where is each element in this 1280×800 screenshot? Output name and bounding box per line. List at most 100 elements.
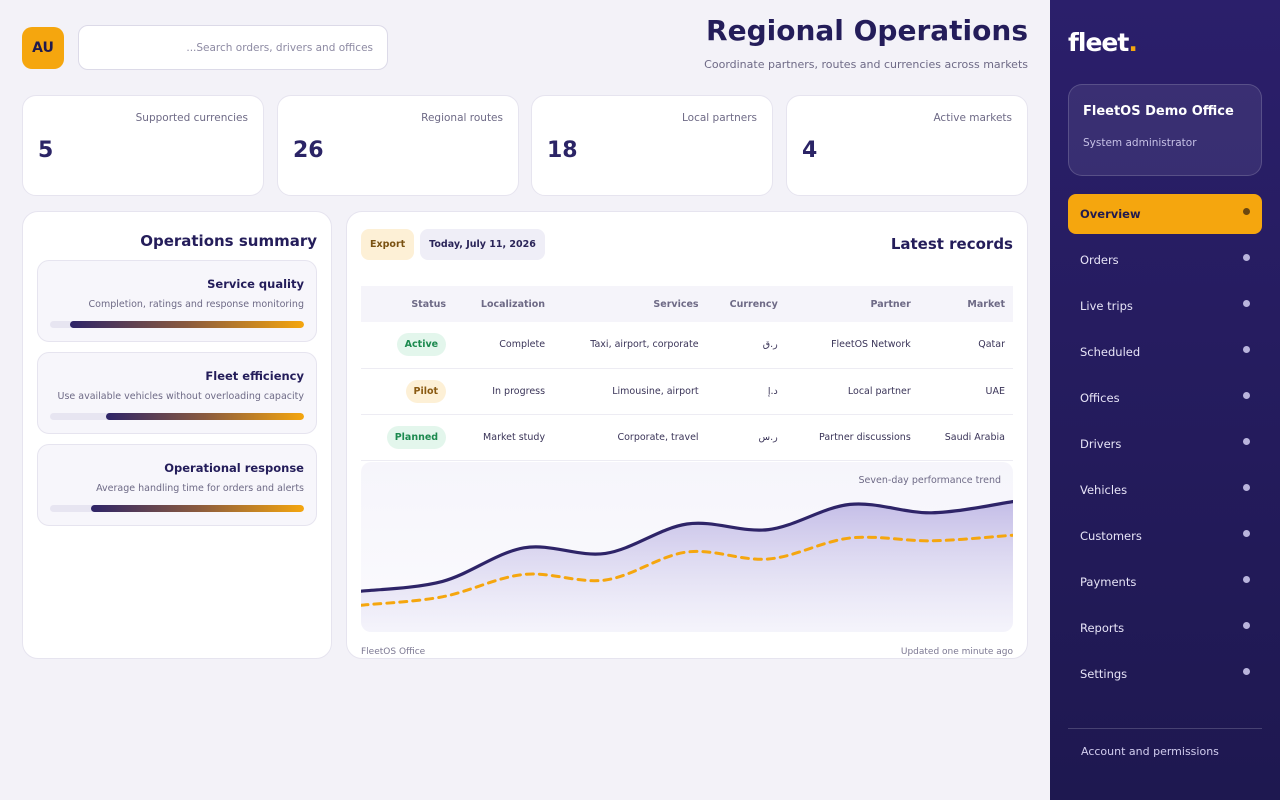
status-badge: Active [396,333,447,357]
records-footer-updated: Updated one minute ago [900,646,1013,657]
column-header-market[interactable]: Market [918,286,1013,322]
org-role: System administrator [1083,137,1197,149]
progress-track [50,505,304,512]
cell-partner: Partner discussions [785,414,919,461]
stat-card-local-partners: Local partners 18 [531,95,773,196]
metric-description: Use available vehicles without overloadi… [57,391,304,402]
sidebar-item-label: Overview [1080,207,1141,221]
sidebar-item-label: Live trips [1080,299,1133,313]
org-name: FleetOS Demo Office [1083,104,1234,119]
cell-services: Limousine, airport [553,368,707,415]
brand-logo[interactable]: fleet. [1068,28,1262,58]
nav-dot-icon [1243,299,1250,307]
cell-currency: د.إ [706,368,786,415]
column-header-localization[interactable]: Localization [454,286,554,322]
stat-value: 5 [38,138,54,163]
column-header-partner[interactable]: Partner [785,286,919,322]
cell-localization: In progress [454,368,554,415]
records-table: Status Localization Services Currency Pa… [361,286,1013,461]
series-0-area [361,501,1013,632]
avatar[interactable]: AU [22,27,64,69]
cell-currency: ر.س [706,414,786,461]
status-badge: Pilot [405,379,447,403]
trend-chart-svg [361,499,1013,632]
date-chip[interactable]: Today, July 11, 2026 [420,228,545,260]
sidebar-nav: Overview Orders Live trips Scheduled Offices… [1068,194,1262,694]
records-title: Latest records [890,235,1013,253]
metric-card-fleet-efficiency: Fleet efficiency Use available vehicles … [37,352,317,434]
cell-services: Taxi, airport, corporate [553,322,707,369]
search-input[interactable] [93,41,373,54]
stat-label: Active markets [933,112,1012,124]
records-footer-office: FleetOS Office [361,646,426,657]
nav-dot-icon [1243,529,1250,537]
sidebar-item-payments[interactable]: Payments [1068,562,1262,602]
sidebar-item-scheduled[interactable]: Scheduled [1068,332,1262,372]
cell-market: Saudi Arabia [918,414,1013,461]
sidebar-item-label: Orders [1080,253,1119,267]
stat-card-regional-routes: Regional routes 26 [277,95,519,196]
page-subtitle: Coordinate partners, routes and currenci… [704,58,1028,71]
nav-dot-icon [1243,621,1250,629]
metric-title: Service quality [207,277,304,291]
latest-records-panel: Export Today, July 11, 2026 Latest recor… [346,211,1028,659]
sidebar: fleet. FleetOS Demo Office System admini… [1050,0,1280,800]
nav-dot-icon [1243,207,1250,215]
sidebar-item-drivers[interactable]: Drivers [1068,424,1262,464]
table-row[interactable]: Planned Market study Corporate, travel ر.س P… [361,414,1013,461]
sidebar-item-vehicles[interactable]: Vehicles [1068,470,1262,510]
sidebar-item-overview[interactable]: Overview [1068,194,1262,234]
stat-label: Regional routes [421,112,503,124]
column-header-services[interactable]: Services [553,286,707,322]
progress-fill [70,321,304,328]
nav-dot-icon [1243,483,1250,491]
cell-services: Corporate, travel [553,414,707,461]
sidebar-item-orders[interactable]: Orders [1068,240,1262,280]
summary-title: Operations summary [140,232,317,250]
org-card[interactable]: FleetOS Demo Office System administrator [1068,84,1262,176]
metric-title: Fleet efficiency [205,369,304,383]
cell-status: Pilot [361,368,455,415]
search-box[interactable] [78,25,388,70]
sidebar-item-live-trips[interactable]: Live trips [1068,286,1262,326]
stat-card-active-markets: Active markets 4 [786,95,1028,196]
sidebar-item-label: Vehicles [1080,483,1128,497]
sidebar-item-label: Payments [1080,575,1137,589]
sidebar-item-label: Reports [1080,621,1125,635]
nav-dot-icon [1243,345,1250,353]
stat-card-supported-currencies: Supported currencies 5 [22,95,264,196]
table-row[interactable]: Active Complete Taxi, airport, corporate ر.… [361,322,1013,369]
metric-card-service-quality: Service quality Completion, ratings and … [37,260,317,342]
cell-partner: Local partner [785,368,919,415]
column-header-status[interactable]: Status [361,286,455,322]
nav-dot-icon [1243,575,1250,583]
sidebar-item-settings[interactable]: Settings [1068,654,1262,694]
stat-value: 18 [547,138,578,163]
progress-track [50,413,304,420]
table-row[interactable]: Pilot In progress Limousine, airport د.إ Loc… [361,368,1013,415]
account-permissions-link[interactable]: Account and permissions [1068,728,1262,758]
sidebar-item-label: Scheduled [1080,345,1141,359]
nav-dot-icon [1243,667,1250,675]
sidebar-item-label: Customers [1080,529,1142,543]
brand-text: fleet [1068,28,1129,57]
sidebar-item-customers[interactable]: Customers [1068,516,1262,556]
sidebar-item-label: Drivers [1080,437,1122,451]
sidebar-item-offices[interactable]: Offices [1068,378,1262,418]
nav-dot-icon [1243,437,1250,445]
cell-market: UAE [918,368,1013,415]
performance-chart: Seven-day performance trend [361,461,1013,632]
sidebar-item-reports[interactable]: Reports [1068,608,1262,648]
metric-title: Operational response [164,461,304,475]
brand-dot: . [1128,28,1137,57]
progress-track [50,321,304,328]
stat-value: 26 [293,138,324,163]
cell-currency: ر.ق [706,322,786,369]
progress-fill [90,505,304,512]
operations-summary-panel: Operations summary Service quality Compl… [22,211,332,659]
export-button[interactable]: Export [361,228,415,260]
sidebar-item-label: Settings [1080,667,1128,681]
column-header-currency[interactable]: Currency [706,286,786,322]
cell-status: Planned [361,414,455,461]
status-badge: Planned [386,425,447,449]
